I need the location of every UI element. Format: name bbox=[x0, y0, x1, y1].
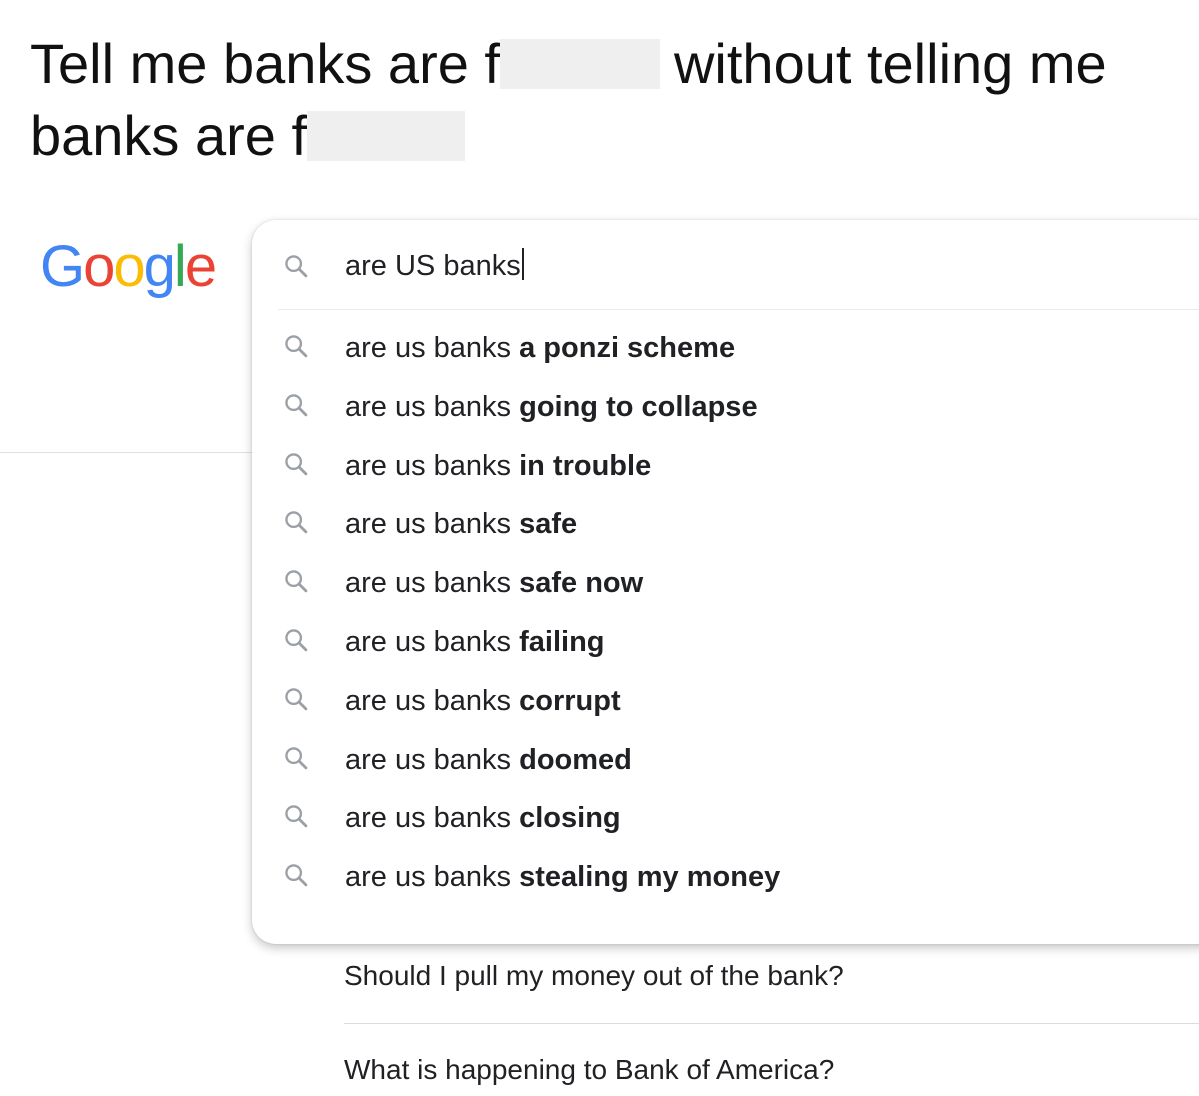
suggestion-item[interactable]: are us banks safe bbox=[252, 494, 1199, 553]
suggestion-text: are us banks stealing my money bbox=[345, 859, 780, 895]
suggestion-item[interactable]: are us banks a ponzi scheme bbox=[252, 318, 1199, 377]
google-logo[interactable]: Google bbox=[40, 232, 217, 302]
related-question[interactable]: What is happening to Bank of America? bbox=[344, 1052, 1199, 1088]
suggestion-list: are us banks a ponzi scheme are us banks… bbox=[252, 318, 1199, 906]
suggestion-item[interactable]: are us banks corrupt bbox=[252, 671, 1199, 730]
suggestion-completion: closing bbox=[519, 802, 621, 835]
suggestion-item[interactable]: are us banks safe now bbox=[252, 553, 1199, 612]
suggestion-text: are us banks in trouble bbox=[345, 448, 651, 484]
search-autocomplete-panel: are US banks are us banks a ponzi scheme… bbox=[252, 220, 1199, 944]
caption-line-2: banks are f bbox=[30, 100, 1180, 172]
suggestion-prefix: are us banks bbox=[345, 861, 512, 894]
suggestion-item[interactable]: are us banks in trouble bbox=[252, 436, 1199, 495]
suggestion-text: are us banks doomed bbox=[345, 742, 632, 778]
caption-text: without telling me bbox=[673, 32, 1107, 95]
suggestion-completion: in trouble bbox=[519, 449, 652, 482]
logo-letter: g bbox=[143, 234, 176, 299]
caption-text: banks are f bbox=[30, 104, 308, 167]
header-divider bbox=[0, 452, 260, 453]
search-icon bbox=[282, 685, 310, 713]
suggestion-completion: safe bbox=[519, 508, 578, 541]
search-icon bbox=[282, 861, 310, 889]
suggestion-text: are us banks safe now bbox=[345, 565, 643, 601]
logo-letter: l bbox=[173, 234, 187, 299]
suggestion-completion: stealing my money bbox=[519, 861, 781, 894]
suggestion-prefix: are us banks bbox=[345, 684, 512, 717]
search-divider bbox=[278, 309, 1199, 310]
censor-bar bbox=[307, 111, 466, 161]
suggestion-completion: doomed bbox=[519, 743, 632, 776]
suggestion-prefix: are us banks bbox=[345, 449, 512, 482]
suggestion-item[interactable]: are us banks closing bbox=[252, 788, 1199, 847]
search-icon bbox=[282, 252, 310, 280]
search-icon bbox=[282, 332, 310, 360]
suggestion-text: are us banks going to collapse bbox=[345, 389, 758, 425]
caption-text: Tell me banks are f bbox=[30, 32, 500, 95]
search-icon bbox=[282, 391, 310, 419]
search-box[interactable]: are US banks bbox=[252, 220, 1199, 310]
suggestion-text: are us banks closing bbox=[345, 800, 621, 836]
logo-letter: o bbox=[83, 234, 115, 299]
suggestion-item[interactable]: are us banks doomed bbox=[252, 730, 1199, 789]
suggestion-completion: a ponzi scheme bbox=[519, 332, 736, 364]
question-divider bbox=[344, 1023, 1199, 1024]
caption-line-1: Tell me banks are f without telling me bbox=[30, 28, 1180, 100]
search-icon bbox=[282, 567, 310, 595]
suggestion-text: are us banks failing bbox=[345, 624, 605, 660]
suggestion-item[interactable]: are us banks failing bbox=[252, 612, 1199, 671]
related-question[interactable]: Should I pull my money out of the bank? bbox=[344, 958, 1199, 994]
suggestion-text: are us banks corrupt bbox=[345, 683, 621, 719]
text-cursor bbox=[521, 248, 524, 280]
search-icon bbox=[282, 802, 310, 830]
search-icon bbox=[282, 508, 310, 536]
logo-letter: G bbox=[40, 234, 85, 299]
search-icon bbox=[282, 626, 310, 654]
suggestion-completion: failing bbox=[519, 625, 605, 658]
suggestion-prefix: are us banks bbox=[345, 743, 512, 776]
suggestion-prefix: are us banks bbox=[345, 390, 512, 423]
suggestion-text: are us banks a ponzi scheme bbox=[345, 330, 735, 366]
suggestion-prefix: are us banks bbox=[345, 567, 512, 600]
logo-letter: e bbox=[184, 234, 217, 299]
suggestion-completion: corrupt bbox=[519, 684, 621, 717]
logo-letter: o bbox=[113, 234, 145, 299]
search-query: are US banks bbox=[345, 250, 521, 282]
suggestion-prefix: are us banks bbox=[345, 625, 512, 658]
suggestion-prefix: are us banks bbox=[345, 802, 512, 835]
suggestion-prefix: are us banks bbox=[345, 332, 512, 364]
censor-bar bbox=[499, 39, 660, 89]
meme-caption: Tell me banks are f without telling me ba… bbox=[30, 28, 1180, 172]
suggestion-item[interactable]: are us banks going to collapse bbox=[252, 377, 1199, 436]
suggestion-prefix: are us banks bbox=[345, 508, 512, 541]
search-icon bbox=[282, 450, 310, 478]
suggestion-completion: going to collapse bbox=[519, 390, 758, 423]
search-input[interactable]: are US banks bbox=[345, 248, 524, 284]
search-icon bbox=[282, 744, 310, 772]
suggestion-completion: safe now bbox=[519, 567, 644, 600]
suggestion-item[interactable]: are us banks stealing my money bbox=[252, 847, 1199, 906]
suggestion-text: are us banks safe bbox=[345, 506, 577, 542]
